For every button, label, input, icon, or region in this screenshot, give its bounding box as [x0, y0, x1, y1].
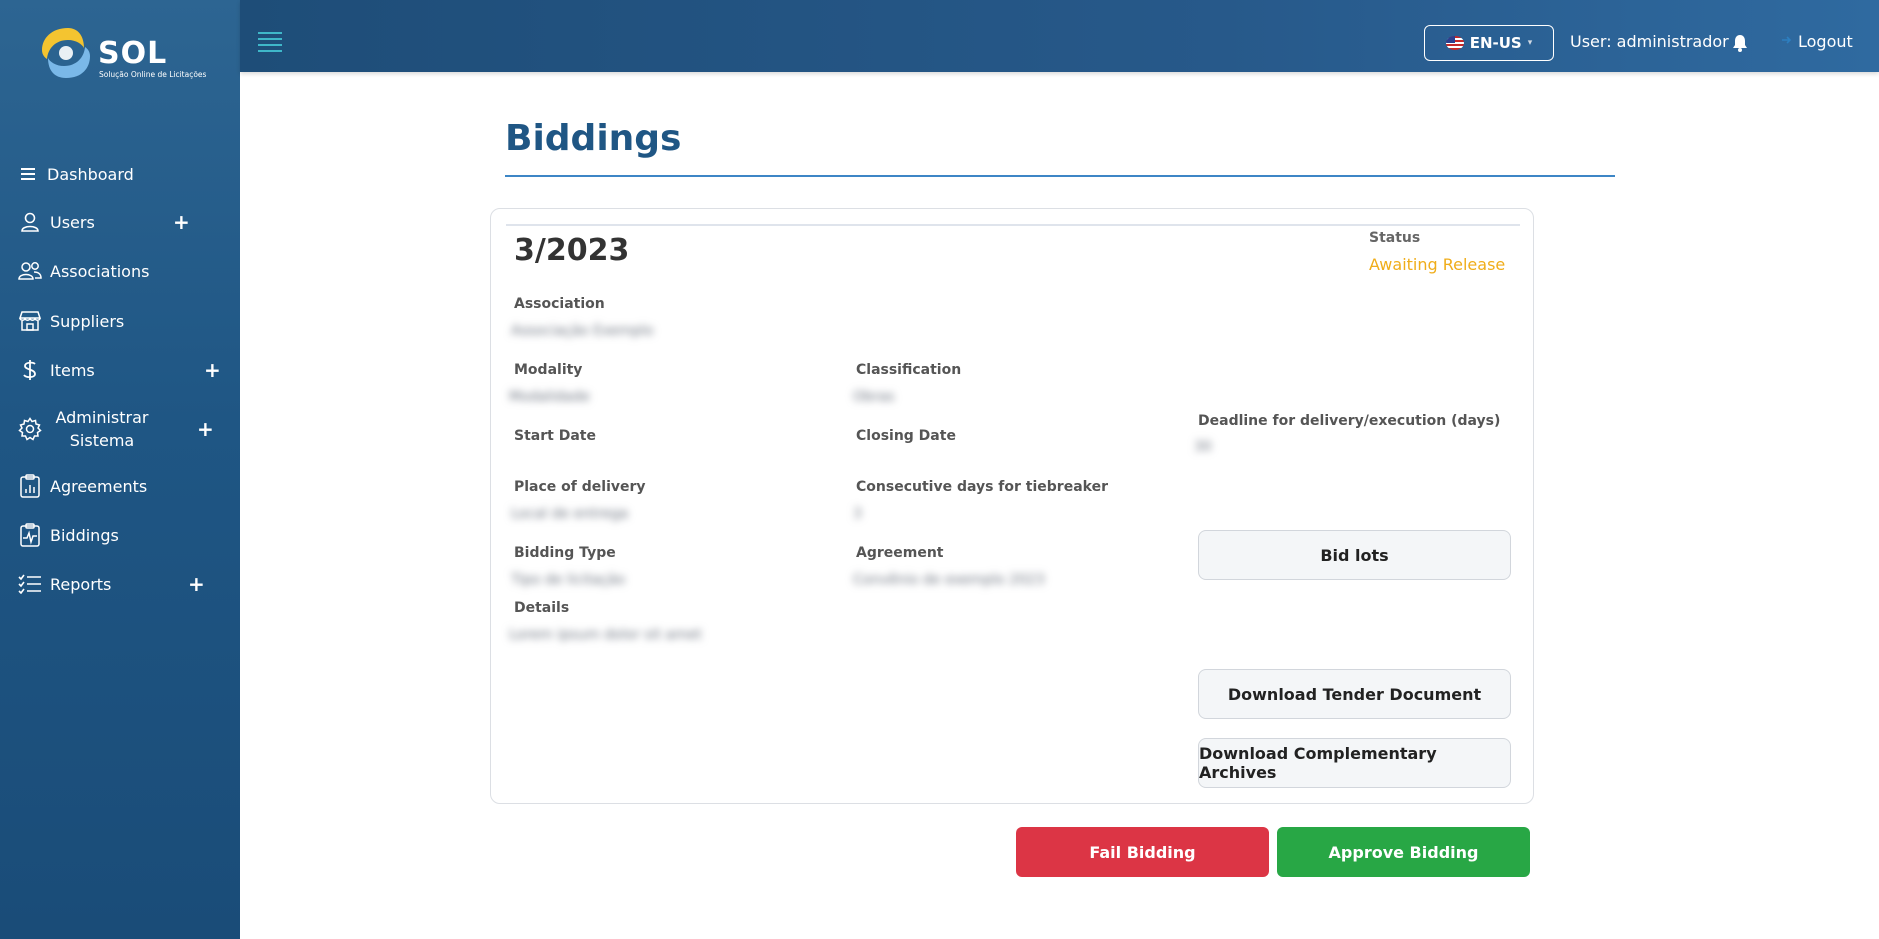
sidebar: SOL Solução Online de Licitações Dashboa…: [0, 0, 240, 939]
logo-text: SOL: [98, 36, 168, 71]
sidebar-item-associations[interactable]: Associations: [0, 251, 240, 291]
deadline-label: Deadline for delivery/execution (days): [1198, 413, 1501, 429]
sidebar-item-agreements[interactable]: Agreements: [0, 466, 240, 506]
agreement-label: Agreement: [856, 545, 944, 561]
modality-label: Modality: [514, 362, 583, 378]
sidebar-item-label: Dashboard: [47, 164, 134, 184]
association-label: Association: [514, 296, 605, 312]
us-flag-icon: [1445, 36, 1464, 50]
sidebar-item-label: Items: [50, 360, 95, 380]
fail-bidding-button[interactable]: Fail Bidding: [1016, 827, 1269, 877]
details-value: Lorem ipsum dolor sit amet: [509, 627, 702, 643]
dollar-icon: [17, 357, 43, 383]
status-label: Status: [1369, 230, 1421, 246]
tiebreaker-days-label: Consecutive days for tiebreaker: [856, 479, 1108, 495]
classification-value: Obras: [853, 389, 895, 405]
expand-plus-icon[interactable]: +: [173, 212, 190, 232]
tiebreaker-days-value: 3: [853, 506, 862, 522]
user-icon: [17, 209, 43, 235]
clipboard-pulse-icon: [17, 522, 43, 548]
clipboard-chart-icon: [17, 473, 43, 499]
sidebar-item-label: Agreements: [50, 476, 148, 496]
sidebar-item-label: Users: [50, 212, 95, 232]
logout-icon[interactable]: [1780, 33, 1792, 47]
menu-toggle-icon[interactable]: [258, 32, 282, 52]
menu-lines-icon: [16, 161, 42, 187]
logo-mark-icon: [42, 28, 90, 78]
language-label: EN-US: [1469, 34, 1522, 52]
place-of-delivery-value: Local de entrega: [511, 506, 629, 522]
sidebar-item-label: Associations: [50, 261, 150, 281]
language-selector[interactable]: EN-US ▾: [1424, 25, 1554, 61]
sidebar-item-biddings[interactable]: Biddings: [0, 515, 240, 555]
expand-plus-icon[interactable]: +: [197, 419, 214, 439]
bidding-details-card: 3/2023 Status Awaiting Release Associati…: [490, 208, 1534, 804]
bidding-number: 3/2023: [514, 233, 630, 268]
card-divider: [506, 224, 1520, 226]
users-group-icon: [17, 258, 43, 284]
start-date-label: Start Date: [514, 428, 596, 444]
approve-bidding-button[interactable]: Approve Bidding: [1277, 827, 1530, 877]
app-logo[interactable]: SOL Solução Online de Licitações: [38, 24, 208, 84]
association-value: Associação Exemplo: [511, 323, 654, 339]
sidebar-item-items[interactable]: Items +: [0, 350, 240, 390]
list-check-icon: [17, 571, 43, 597]
details-label: Details: [514, 600, 570, 616]
sidebar-item-administrar-sistema[interactable]: Administrar Sistema +: [0, 405, 240, 453]
download-tender-document-button[interactable]: Download Tender Document: [1198, 669, 1511, 719]
sidebar-item-label: Reports: [50, 574, 112, 594]
sidebar-item-label: Administrar Sistema: [55, 408, 149, 450]
sidebar-item-reports[interactable]: Reports +: [0, 564, 240, 604]
bidding-type-value: Tipo de licitação: [511, 572, 626, 588]
agreement-value: Convênio de exemplo 2023: [853, 572, 1045, 588]
sidebar-item-label: Suppliers: [50, 311, 125, 331]
logo-subtitle: Solução Online de Licitações: [99, 70, 207, 79]
deadline-value: 30: [1194, 439, 1212, 455]
store-icon: [17, 308, 43, 334]
classification-label: Classification: [856, 362, 962, 378]
place-of-delivery-label: Place of delivery: [514, 479, 646, 495]
modality-value: Modalidade: [509, 389, 590, 405]
sidebar-item-suppliers[interactable]: Suppliers: [0, 301, 240, 341]
sidebar-item-label: Biddings: [50, 525, 119, 545]
expand-plus-icon[interactable]: +: [204, 360, 221, 380]
logout-link[interactable]: Logout: [1798, 32, 1853, 51]
chevron-down-icon: ▾: [1527, 38, 1533, 48]
sidebar-item-users[interactable]: Users +: [0, 202, 240, 242]
closing-date-label: Closing Date: [856, 428, 956, 444]
bid-lots-button[interactable]: Bid lots: [1198, 530, 1511, 580]
top-header: EN-US ▾ User: administrador Logout: [240, 0, 1879, 72]
title-divider: [505, 175, 1615, 177]
download-complementary-archives-button[interactable]: Download Complementary Archives: [1198, 738, 1511, 788]
bell-icon[interactable]: [1732, 34, 1748, 52]
page-title: Biddings: [505, 118, 682, 159]
sidebar-item-dashboard[interactable]: Dashboard: [0, 154, 240, 194]
gear-icon: [17, 416, 43, 442]
bidding-type-label: Bidding Type: [514, 545, 616, 561]
status-badge: Awaiting Release: [1369, 255, 1506, 274]
current-user-label: User: administrador: [1570, 32, 1729, 51]
expand-plus-icon[interactable]: +: [188, 574, 205, 594]
